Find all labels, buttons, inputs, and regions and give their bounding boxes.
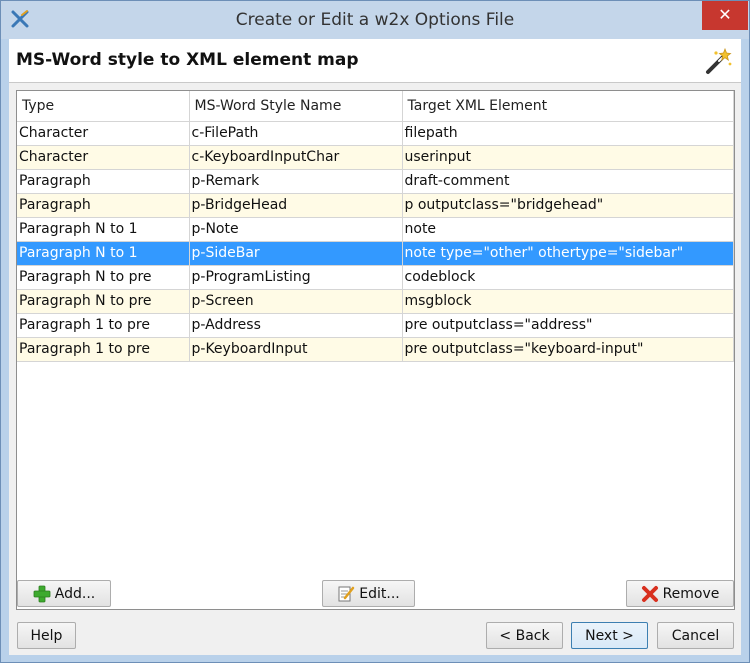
table-row[interactable]: Character c-FilePath filepath [17, 121, 734, 146]
edit-icon [338, 586, 355, 601]
cell-type: Paragraph 1 to pre [17, 313, 190, 338]
cell-type: Paragraph N to 1 [17, 217, 190, 242]
header-panel: MS-Word style to XML element map [9, 39, 741, 83]
cell-type: Paragraph [17, 169, 190, 194]
cell-target-element: p outputclass="bridgehead" [402, 193, 734, 218]
table-row-selected[interactable]: Paragraph N to 1 p-SideBar note type="ot… [17, 241, 734, 266]
column-header-style-name[interactable]: MS-Word Style Name [189, 91, 403, 122]
cell-target-element: codeblock [402, 265, 734, 290]
table-row[interactable]: Paragraph N to pre p-Screen msgblock [17, 289, 734, 314]
title-bar[interactable]: Create or Edit a w2x Options File ✕ [1, 1, 749, 39]
table-row[interactable]: Paragraph p-Remark draft-comment [17, 169, 734, 194]
cell-style-name: p-Note [189, 217, 403, 242]
table-row[interactable]: Paragraph 1 to pre p-KeyboardInput pre o… [17, 337, 734, 362]
table-header-row: Type MS-Word Style Name Target XML Eleme… [17, 91, 734, 122]
cell-type: Character [17, 121, 190, 146]
plus-icon [33, 585, 51, 602]
cell-style-name: p-Screen [189, 289, 403, 314]
window-title: Create or Edit a w2x Options File [235, 10, 515, 30]
cell-target-element: filepath [402, 121, 734, 146]
table-row[interactable]: Paragraph N to pre p-ProgramListing code… [17, 265, 734, 290]
add-button-label: Add... [54, 585, 96, 602]
table-row[interactable]: Paragraph N to 1 p-Note note [17, 217, 734, 242]
table-row[interactable]: Paragraph p-BridgeHead p outputclass="br… [17, 193, 734, 218]
cell-style-name: c-KeyboardInputChar [189, 145, 403, 170]
cell-style-name: c-FilePath [189, 121, 403, 146]
cell-style-name: p-Remark [189, 169, 403, 194]
cell-style-name: p-ProgramListing [189, 265, 403, 290]
cell-target-element: pre outputclass="keyboard-input" [402, 337, 734, 362]
edit-button[interactable]: Edit... [322, 580, 415, 607]
cell-type: Paragraph 1 to pre [17, 337, 190, 362]
table-row[interactable]: Paragraph 1 to pre p-Address pre outputc… [17, 313, 734, 338]
red-x-icon [641, 585, 658, 602]
edit-button-label: Edit... [359, 585, 400, 602]
cancel-button[interactable]: Cancel [657, 622, 734, 649]
cell-target-element: draft-comment [402, 169, 734, 194]
close-button[interactable]: ✕ [702, 1, 748, 30]
cell-type: Character [17, 145, 190, 170]
cell-target-element: note type="other" othertype="sidebar" [402, 241, 734, 266]
cell-type: Paragraph [17, 193, 190, 218]
cell-style-name: p-Address [189, 313, 403, 338]
cell-target-element: msgblock [402, 289, 734, 314]
cell-type: Paragraph N to pre [17, 265, 190, 290]
cell-target-element: pre outputclass="address" [402, 313, 734, 338]
column-header-target-element[interactable]: Target XML Element [402, 91, 734, 122]
page-title: MS-Word style to XML element map [16, 50, 359, 70]
next-button[interactable]: Next > [571, 622, 648, 649]
table-row[interactable]: Character c-KeyboardInputChar userinput [17, 145, 734, 170]
cell-style-name: p-BridgeHead [189, 193, 403, 218]
cell-target-element: userinput [402, 145, 734, 170]
remove-button[interactable]: Remove [626, 580, 734, 607]
cell-style-name: p-KeyboardInput [189, 337, 403, 362]
magic-wand-icon [706, 47, 732, 74]
cell-target-element: note [402, 217, 734, 242]
help-button[interactable]: Help [17, 622, 76, 649]
remove-button-label: Remove [662, 585, 720, 602]
cell-style-name: p-SideBar [189, 241, 403, 266]
dialog-content: MS-Word style to XML element map Type MS… [9, 39, 741, 655]
cell-type: Paragraph N to 1 [17, 241, 190, 266]
style-map-table[interactable]: Type MS-Word Style Name Target XML Eleme… [16, 90, 735, 610]
cell-type: Paragraph N to pre [17, 289, 190, 314]
add-button[interactable]: Add... [17, 580, 111, 607]
back-button[interactable]: < Back [486, 622, 563, 649]
column-header-type[interactable]: Type [17, 91, 190, 122]
dialog-window: Create or Edit a w2x Options File ✕ MS-W… [0, 0, 750, 663]
